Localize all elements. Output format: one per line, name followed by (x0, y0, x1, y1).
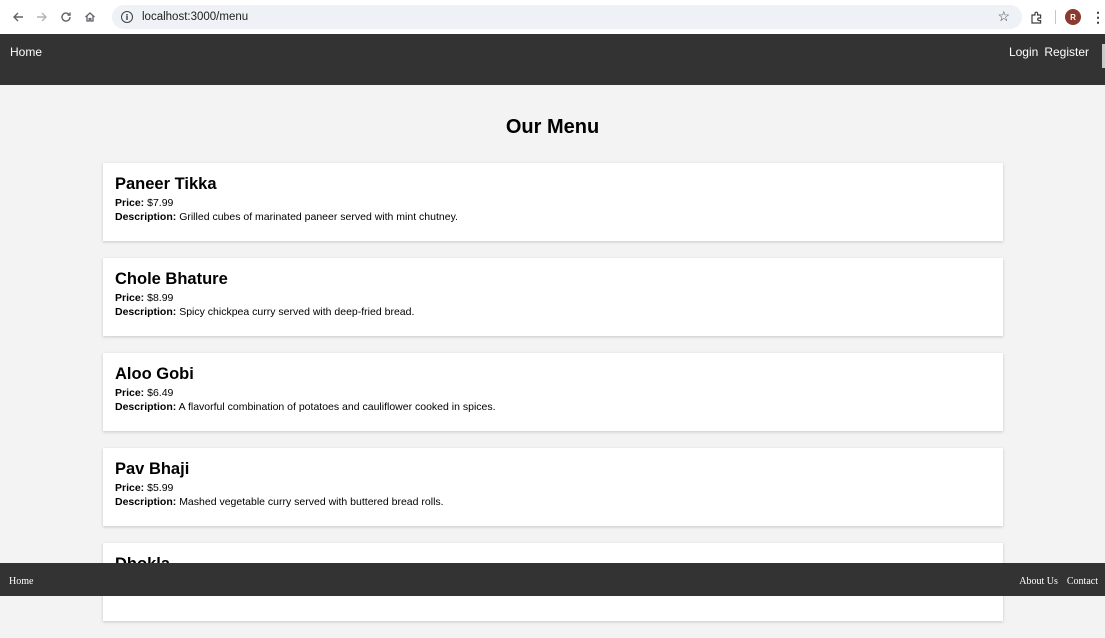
home-icon[interactable] (79, 6, 101, 28)
forward-icon[interactable] (31, 6, 53, 28)
price-label: Price: (115, 292, 145, 304)
url-text: localhost:3000/menu (142, 11, 249, 23)
price-label: Price: (115, 482, 145, 494)
menu-item-price: Price: $8.99 (115, 291, 991, 305)
header-home-link[interactable]: Home (10, 45, 42, 59)
profile-avatar[interactable]: R (1065, 9, 1081, 25)
menu-item-name: Pav Bhaji (115, 460, 190, 478)
menu-item: Chole Bhature Price: $8.99 Description: … (103, 258, 1003, 336)
menu-item: Paneer Tikka Price: $7.99 Description: G… (103, 163, 1003, 241)
header-auth-links: Login Register (1009, 45, 1089, 59)
price-label: Price: (115, 387, 145, 399)
menu-item-description: Description: Mashed vegetable curry serv… (115, 495, 991, 509)
footer-home-link[interactable]: Home (9, 576, 33, 587)
price-value: $6.49 (147, 387, 174, 399)
site-header: Home Login Register (0, 34, 1105, 85)
contact-link[interactable]: Contact (1067, 576, 1098, 587)
footer-links: About Us Contact (1019, 576, 1098, 587)
menu-item-name: Paneer Tikka (115, 175, 217, 193)
menu-item-description: Description: A flavorful combination of … (115, 400, 991, 414)
back-icon[interactable] (7, 6, 29, 28)
reload-icon[interactable] (55, 6, 77, 28)
description-value: Spicy chickpea curry served with deep-fr… (179, 306, 415, 318)
menu-item: Pav Bhaji Price: $5.99 Description: Mash… (103, 448, 1003, 526)
description-value: Grilled cubes of marinated paneer served… (179, 211, 458, 223)
more-menu-icon[interactable]: ⋮ (1091, 9, 1105, 26)
price-label: Price: (115, 197, 145, 209)
menu-item-name: Aloo Gobi (115, 365, 194, 383)
menu-item: Aloo Gobi Price: $6.49 Description: A fl… (103, 353, 1003, 431)
page-title: Our Menu (505, 116, 600, 138)
extensions-icon[interactable] (1025, 6, 1047, 28)
price-value: $5.99 (147, 482, 174, 494)
address-bar[interactable]: i localhost:3000/menu ☆ (112, 5, 1022, 29)
login-link[interactable]: Login (1009, 45, 1038, 59)
menu-item-name: Chole Bhature (115, 270, 228, 288)
browser-toolbar: i localhost:3000/menu ☆ R ⋮ (0, 0, 1105, 34)
description-value: A flavorful combination of potatoes and … (178, 401, 496, 413)
description-label: Description: (115, 211, 177, 223)
menu-item-price: Price: $6.49 (115, 386, 991, 400)
register-link[interactable]: Register (1044, 45, 1089, 59)
toolbar-divider (1055, 10, 1056, 24)
menu-item-price: Price: $5.99 (115, 481, 991, 495)
description-value: Mashed vegetable curry served with butte… (179, 496, 444, 508)
site-info-icon[interactable]: i (121, 11, 133, 23)
menu-item-price: Price: $7.99 (115, 196, 991, 210)
menu-item-description: Description: Spicy chickpea curry served… (115, 305, 991, 319)
bookmark-star-icon[interactable]: ☆ (997, 8, 1010, 25)
description-label: Description: (115, 306, 177, 318)
description-label: Description: (115, 496, 177, 508)
menu-item-description: Description: Grilled cubes of marinated … (115, 210, 991, 224)
site-footer: Home About Us Contact (0, 563, 1105, 596)
description-label: Description: (115, 401, 177, 413)
price-value: $8.99 (147, 292, 174, 304)
price-value: $7.99 (147, 197, 174, 209)
about-us-link[interactable]: About Us (1019, 576, 1058, 587)
